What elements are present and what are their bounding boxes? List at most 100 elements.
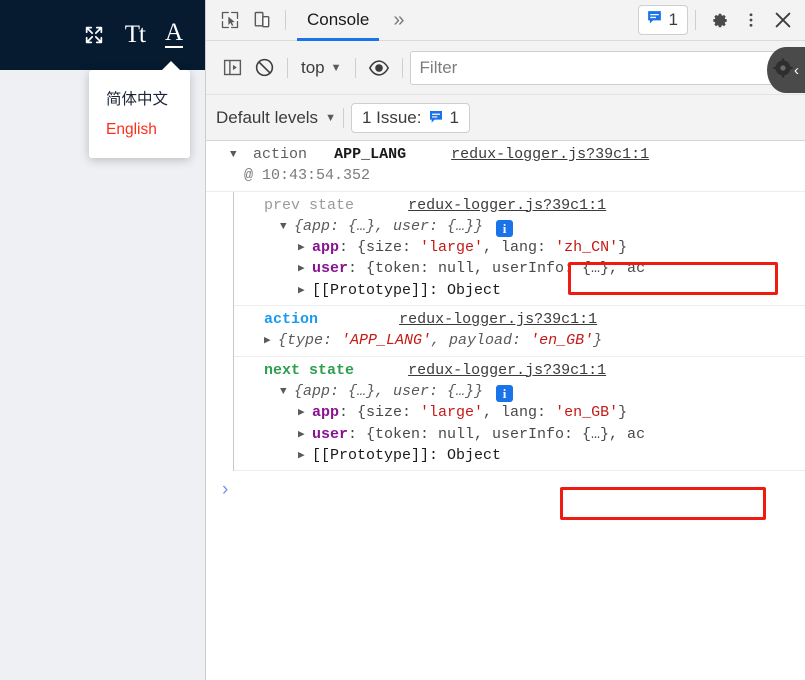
levelsbar-divider	[342, 107, 344, 128]
console-prompt[interactable]: ›	[206, 471, 805, 501]
execution-context-selector[interactable]: top ▼	[295, 58, 348, 78]
group-title-prefix: action	[253, 146, 308, 163]
object-expand-triangle-icon[interactable]: ▶	[264, 334, 278, 350]
source-link[interactable]: redux-logger.js?39c1:1	[451, 146, 649, 163]
text-size-icon[interactable]: Tt	[125, 22, 146, 47]
message-bubble-icon	[646, 9, 663, 31]
toolbar-divider	[285, 10, 286, 30]
next-state-label: next state	[264, 361, 355, 379]
property-expand-triangle-icon[interactable]: ▶	[298, 428, 312, 444]
group-timestamp: @ 10:43:54.352	[244, 167, 371, 185]
action-type-value: 'APP_LANG'	[341, 332, 432, 350]
prompt-caret-icon: ›	[222, 479, 229, 501]
property-string-size: 'large'	[420, 404, 484, 422]
property-value-prototype: : Object	[429, 281, 502, 299]
devtools-panel: Console » 1 top ▼ Filter Default levels …	[205, 0, 805, 680]
action-payload-value: 'en_GB'	[530, 332, 594, 350]
property-value-user: : {token: null, userInfo: {…}, ac	[348, 260, 646, 278]
close-icon[interactable]	[767, 4, 799, 36]
console-message-action: action redux-logger.js?39c1:1 ▶ {type: 'A…	[234, 306, 805, 357]
gear-icon[interactable]	[703, 4, 735, 36]
tab-console[interactable]: Console	[293, 0, 383, 41]
execution-context-label: top	[301, 57, 325, 77]
message-count-badge[interactable]: 1	[637, 5, 688, 35]
action-object-preview: {type: 'APP_LANG', payload: 'en_GB'}	[278, 332, 603, 350]
console-sidebar-icon[interactable]	[216, 52, 248, 84]
devtools-tabbar: Console » 1	[206, 0, 805, 41]
chevron-down-icon: ▼	[325, 111, 336, 124]
kebab-menu-icon[interactable]	[735, 4, 767, 36]
property-key-user: user	[312, 260, 349, 278]
message-count-value: 1	[668, 10, 678, 29]
property-string-lang: 'zh_CN'	[555, 239, 619, 257]
clear-console-icon[interactable]	[248, 52, 280, 84]
filterbar-divider-3	[401, 57, 403, 78]
console-group-header[interactable]: ▼ action APP_LANG redux-logger.js?39c1:1…	[206, 141, 805, 192]
source-link[interactable]: redux-logger.js?39c1:1	[408, 362, 606, 379]
property-value-user: : {token: null, userInfo: {…}, ac	[348, 425, 646, 443]
info-badge-icon[interactable]: i	[496, 219, 514, 237]
message-bubble-icon	[428, 108, 444, 128]
console-message-prev-state: prev state redux-logger.js?39c1:1 ▼ {app:…	[234, 192, 805, 307]
console-output: ▼ action APP_LANG redux-logger.js?39c1:1…	[206, 141, 805, 680]
filterbar-divider-2	[354, 57, 356, 78]
property-key-app: app	[312, 239, 340, 257]
property-text-mid: , lang:	[483, 239, 556, 257]
info-badge-icon[interactable]: i	[496, 384, 514, 402]
object-expand-triangle-icon[interactable]: ▼	[280, 220, 294, 236]
more-tabs-icon[interactable]: »	[383, 10, 414, 30]
issues-label: 1 Issue:	[361, 107, 422, 127]
device-toolbar-icon[interactable]	[246, 4, 278, 36]
group-collapse-triangle-icon[interactable]: ▼	[230, 148, 244, 164]
property-key-prototype: [[Prototype]]	[312, 446, 430, 464]
property-text-mid: , lang:	[483, 404, 556, 422]
property-expand-triangle-icon[interactable]: ▶	[298, 284, 312, 300]
property-value-prototype: : Object	[429, 446, 502, 464]
filterbar-divider-1	[287, 57, 288, 78]
inspect-element-icon[interactable]	[214, 4, 246, 36]
property-key-user: user	[312, 425, 349, 443]
tab-console-label: Console	[307, 10, 370, 29]
issues-badge[interactable]: 1 Issue: 1	[350, 102, 470, 133]
property-string-lang: 'en_GB'	[555, 404, 619, 422]
property-text: : {size:	[339, 239, 421, 257]
property-text-after: }	[618, 404, 628, 422]
expand-icon[interactable]	[83, 24, 105, 46]
object-preview: {app: {…}, user: {…}}	[294, 217, 484, 235]
console-filter-toolbar: top ▼	[206, 41, 805, 95]
issues-count: 1	[449, 107, 459, 127]
app-header-bar: Tt A	[0, 0, 205, 70]
gear-icon	[773, 57, 793, 83]
live-expression-icon[interactable]	[363, 52, 395, 84]
object-preview: {app: {…}, user: {…}}	[294, 382, 484, 400]
log-levels-selector[interactable]: Default levels ▼	[216, 108, 336, 128]
source-link[interactable]: redux-logger.js?39c1:1	[399, 311, 597, 328]
chevron-left-icon: ‹	[794, 61, 799, 79]
log-levels-label: Default levels	[216, 107, 319, 127]
property-key-prototype: [[Prototype]]	[312, 281, 430, 299]
chevron-down-icon: ▼	[330, 61, 342, 74]
language-icon[interactable]: A	[164, 20, 183, 48]
prev-state-label: prev state	[264, 196, 355, 214]
language-dropdown-menu: 简体中文 English	[89, 61, 190, 158]
object-expand-triangle-icon[interactable]: ▼	[280, 385, 294, 401]
property-key-app: app	[312, 404, 340, 422]
toolbar-divider-2	[695, 10, 696, 30]
property-text-after: }	[618, 239, 628, 257]
group-title-action: APP_LANG	[334, 146, 407, 163]
screen-root: Tt A 简体中文 English Console » 1 top ▼ Filt…	[0, 0, 805, 680]
action-label: action	[264, 311, 319, 329]
console-message-next-state: next state redux-logger.js?39c1:1 ▼ {app:…	[234, 357, 805, 472]
property-expand-triangle-icon[interactable]: ▶	[298, 262, 312, 278]
language-option-zh[interactable]: 简体中文	[89, 81, 190, 115]
property-expand-triangle-icon[interactable]: ▶	[298, 406, 312, 422]
property-text: : {size:	[339, 404, 421, 422]
app-panel: Tt A 简体中文 English	[0, 0, 205, 680]
source-link[interactable]: redux-logger.js?39c1:1	[408, 197, 606, 214]
filter-input[interactable]	[409, 50, 795, 85]
property-expand-triangle-icon[interactable]: ▶	[298, 241, 312, 257]
property-string-size: 'large'	[420, 239, 484, 257]
devtools-sidebar-toggle[interactable]: ‹	[767, 47, 805, 93]
language-option-en[interactable]: English	[89, 115, 190, 145]
property-expand-triangle-icon[interactable]: ▶	[298, 449, 312, 465]
